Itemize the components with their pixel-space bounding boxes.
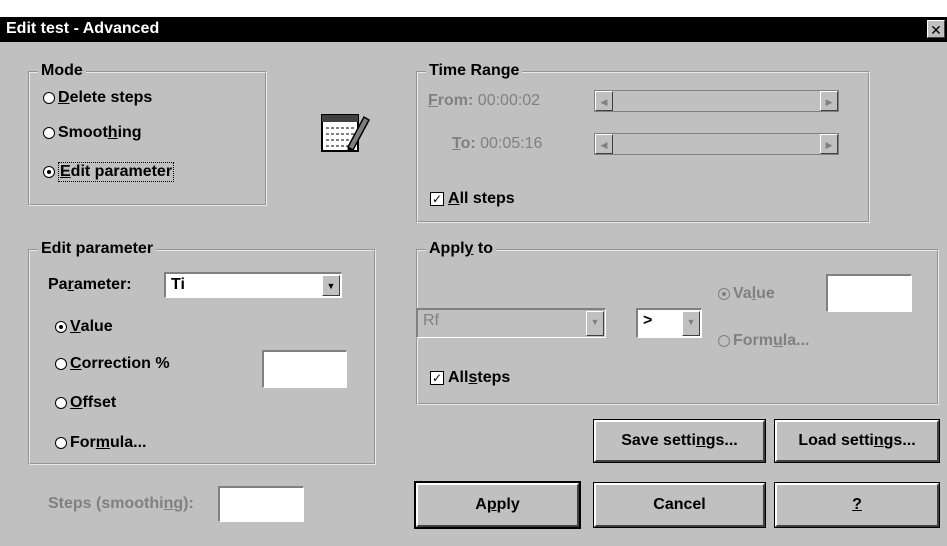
radio-edit-parameter[interactable]: Edit parameter: [43, 162, 175, 182]
scroll-left-icon[interactable]: ◀: [595, 134, 613, 154]
chevron-down-icon[interactable]: ▼: [586, 311, 604, 336]
steps-smoothing-input[interactable]: [218, 486, 304, 522]
to-scrollbar[interactable]: ◀ ▶: [594, 133, 839, 155]
chevron-down-icon[interactable]: ▼: [682, 311, 700, 336]
close-icon[interactable]: ✕: [927, 20, 945, 38]
checkmark-icon: ✓: [430, 192, 444, 206]
cancel-button[interactable]: Cancel: [593, 482, 766, 528]
from-scrollbar[interactable]: ◀ ▶: [594, 90, 839, 112]
mode-group-title: Mode: [38, 62, 86, 80]
apply-param-dropdown[interactable]: Rf ▼: [416, 308, 606, 338]
correction-input[interactable]: [262, 350, 347, 388]
scroll-right-icon[interactable]: ▶: [820, 134, 838, 154]
radio-formula[interactable]: For m ula...: [55, 434, 146, 452]
parameter-dropdown[interactable]: Ti ▼: [164, 272, 342, 298]
apply-value-input[interactable]: [826, 274, 912, 312]
load-settings-button[interactable]: Load settings...: [774, 419, 940, 463]
radio-apply-value[interactable]: Va l ue: [718, 285, 775, 303]
apply-all-steps-checkbox[interactable]: ✓ All s teps: [430, 369, 510, 387]
radio-dot: [55, 437, 67, 449]
edit-parameter-group-title: Edit parameter: [38, 240, 157, 258]
radio-dot-selected: [43, 166, 55, 178]
radio-dot-selected: [55, 321, 67, 333]
parameter-label: Parameter:: [48, 276, 132, 293]
scroll-left-icon[interactable]: ◀: [595, 91, 613, 111]
operator-dropdown[interactable]: > ▼: [636, 308, 702, 338]
radio-dot: [55, 358, 67, 370]
time-all-steps-checkbox[interactable]: ✓ All steps: [430, 190, 515, 208]
to-label: To: 00:05:16: [452, 135, 543, 152]
edit-notepad-pencil-icon: [321, 114, 370, 152]
time-range-group-title: Time Range: [426, 62, 523, 80]
steps-smoothing-label: Steps (smoothing):: [48, 495, 194, 512]
apply-button[interactable]: Apply: [414, 481, 581, 529]
radio-delete-steps[interactable]: Delete steps: [43, 89, 152, 107]
radio-dot: [43, 92, 55, 104]
radio-dot: [718, 335, 730, 347]
scroll-right-icon[interactable]: ▶: [820, 91, 838, 111]
save-settings-button[interactable]: Save settings...: [593, 419, 766, 463]
chevron-down-icon[interactable]: ▼: [322, 275, 340, 296]
radio-value[interactable]: Value: [55, 318, 113, 336]
radio-smoothing[interactable]: Smoot h ing: [43, 124, 142, 142]
radio-dot: [55, 397, 67, 409]
radio-offset[interactable]: Offset: [55, 394, 116, 412]
apply-to-group-title: Apply to: [426, 240, 496, 258]
radio-dot: [43, 127, 55, 139]
radio-apply-formula[interactable]: Form u la...: [718, 332, 809, 350]
window-title: Edit test - Advanced: [6, 20, 160, 37]
help-button[interactable]: ?: [774, 482, 940, 528]
from-label: From: 00:00:02: [428, 92, 541, 109]
checkmark-icon: ✓: [430, 371, 444, 385]
title-bar: Edit test - Advanced ✕: [0, 17, 947, 42]
radio-dot-selected: [718, 288, 730, 300]
radio-correction[interactable]: Correction %: [55, 355, 170, 373]
